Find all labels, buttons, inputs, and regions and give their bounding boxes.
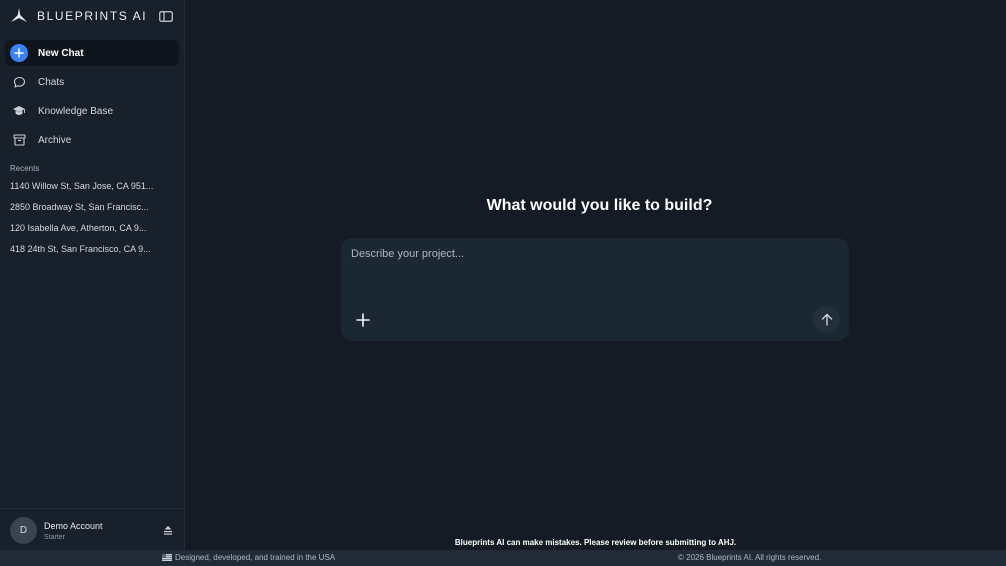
recents-heading: Recents <box>10 164 40 173</box>
page-title-text: What would you like to build? <box>486 197 713 214</box>
recent-chat-item[interactable]: 418 24th St, San Francisco, CA 9... <box>10 244 175 258</box>
eject-menu-icon <box>164 525 172 535</box>
sidebar-item-archive[interactable]: Archive <box>5 127 179 153</box>
prompt-composer <box>341 238 849 341</box>
project-description-input[interactable] <box>351 248 839 288</box>
footer-left: Designed, developed, and trained in the … <box>162 553 335 562</box>
sidebar-toggle-icon <box>159 10 173 22</box>
avatar[interactable]: D <box>10 517 37 544</box>
chat-bubble-icon <box>10 73 28 91</box>
brand[interactable]: BLUEPRINTS AI <box>10 7 147 25</box>
footer: Designed, developed, and trained in the … <box>0 550 1006 566</box>
sidebar-item-label: Archive <box>38 134 72 146</box>
sidebar-toggle-button[interactable] <box>157 8 175 24</box>
send-button[interactable] <box>813 306 840 333</box>
sidebar-item-label: Chats <box>38 76 65 88</box>
arrow-up-icon <box>821 313 832 326</box>
plus-icon <box>356 313 370 327</box>
footer-made-in-usa: Designed, developed, and trained in the … <box>175 553 336 562</box>
account-panel[interactable]: D Demo Account Starter <box>0 508 185 550</box>
account-name: Demo Account <box>44 521 103 531</box>
brand-name: BLUEPRINTS AI <box>37 9 148 23</box>
account-menu-button[interactable] <box>161 523 175 537</box>
blueprints-logo-icon <box>10 7 28 25</box>
recent-chat-item[interactable]: 1140 Willow St, San Jose, CA 951... <box>10 181 175 195</box>
sidebar-item-knowledge-base[interactable]: Knowledge Base <box>5 98 179 124</box>
attach-button[interactable] <box>353 310 373 330</box>
recent-chat-item[interactable]: 120 Isabella Ave, Atherton, CA 9... <box>10 223 175 237</box>
sidebar-item-label: Knowledge Base <box>38 105 114 117</box>
sidebar-item-chats[interactable]: Chats <box>5 69 179 95</box>
plus-icon <box>10 44 28 62</box>
new-chat-button[interactable]: New Chat <box>5 40 179 66</box>
footer-copyright: © 2026 Blueprints AI. All rights reserve… <box>678 553 822 562</box>
sidebar: BLUEPRINTS AI New Chat Chats Knowledge B… <box>0 0 185 550</box>
archive-box-icon <box>10 131 28 149</box>
disclaimer-text: Blueprints AI can make mistakes. Please … <box>454 538 737 547</box>
new-chat-label: New Chat <box>38 47 84 59</box>
graduation-cap-icon <box>10 102 28 120</box>
us-flag-icon <box>162 554 172 561</box>
account-plan: Starter <box>44 534 66 541</box>
page-title: What would you like to build? <box>0 197 1006 215</box>
